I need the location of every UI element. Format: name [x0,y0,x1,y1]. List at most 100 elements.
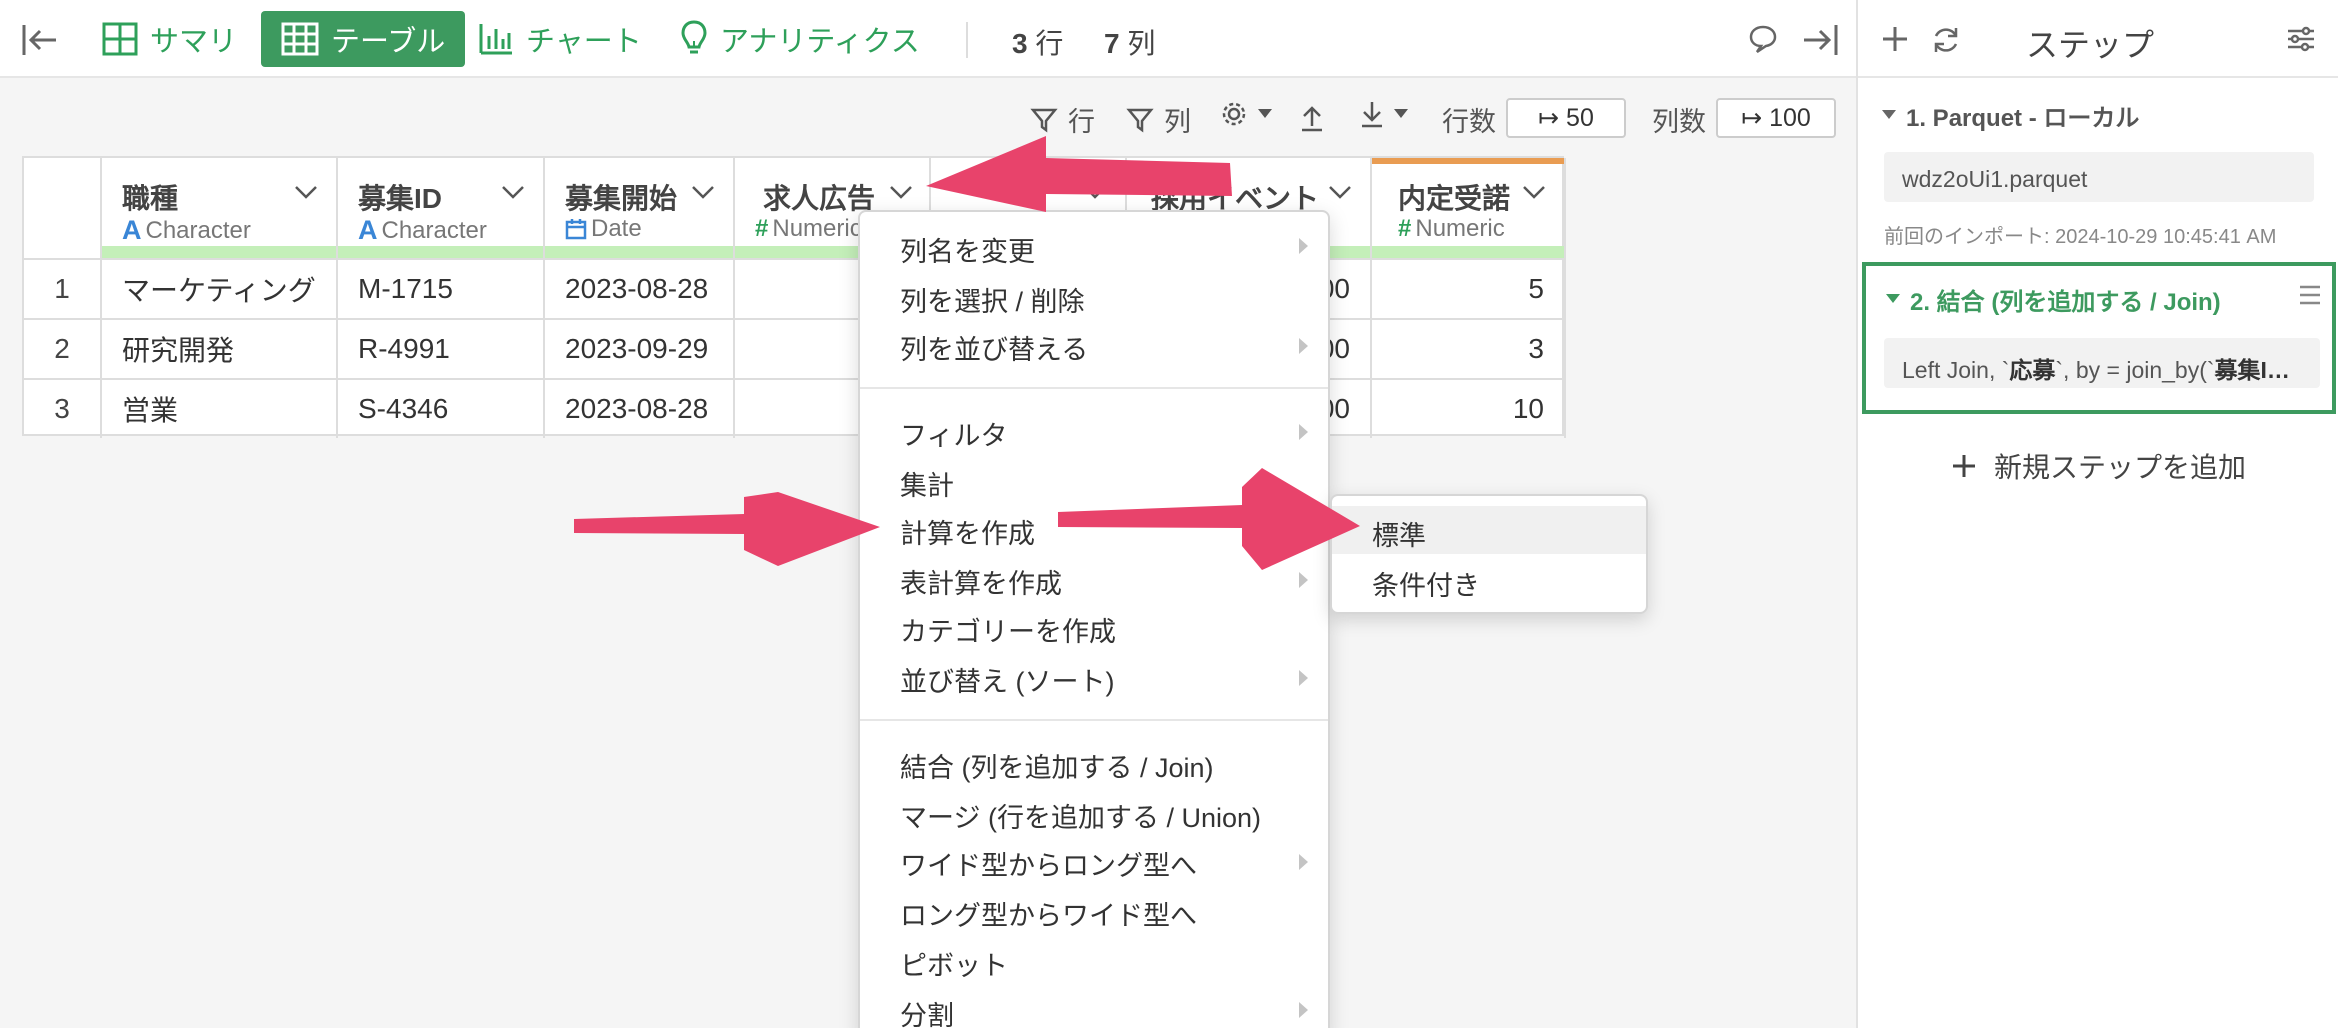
chevron-down-icon[interactable] [501,184,525,200]
menu-item-union[interactable]: マージ (行を追加する / Union) [900,796,1261,835]
row-filter-button[interactable]: 行 [1030,100,1095,139]
tab-table[interactable]: テーブル [261,11,466,67]
tab-analytics[interactable]: アナリティクス [680,11,920,67]
menu-item-create-calculation[interactable]: 計算を作成 [900,512,1035,551]
menu-item-long-to-wide[interactable]: ロング型からワイド型へ [900,894,1197,933]
menu-item-join[interactable]: 結合 (列を追加する / Join) [900,746,1214,785]
chevron-down-icon[interactable] [1328,184,1352,200]
rows-limit-input[interactable]: ↦ 50 [1506,98,1626,138]
row-count: 3 行 [1012,28,1064,59]
menu-item-rename[interactable]: 列名を変更 [900,230,1035,269]
caret-down-icon [1886,294,1900,303]
column-header[interactable]: 募集ID A Character [338,158,545,258]
column-offer-accepted: 内定受諾 # Numeric 5 3 10 [1372,158,1566,438]
sliders-icon[interactable] [2286,24,2316,54]
column-header[interactable]: 募集開始 Date [545,158,735,258]
settings-dropdown[interactable] [1220,100,1272,128]
menu-item-aggregate[interactable]: 集計 [900,464,954,503]
collapse-right-icon[interactable] [1800,22,1840,58]
menu-item-create-table-calculation[interactable]: 表計算を作成 [900,562,1062,601]
summary-grid-icon [102,22,138,56]
row-number: 2 [24,318,102,378]
table-cell[interactable]: マーケティング [102,258,338,318]
chevron-down-icon[interactable] [1522,184,1546,200]
quality-bar [338,246,543,258]
refresh-icon[interactable] [1930,24,1962,56]
comment-icon[interactable] [1748,24,1778,54]
steps-header: ステップ [1858,0,2338,78]
column-header[interactable]: 内定受諾 # Numeric [1372,158,1566,258]
table-cell[interactable]: R-4991 [338,318,545,378]
table-cell[interactable]: S-4346 [338,378,545,438]
add-step-button[interactable]: 新規ステップを追加 [1952,446,2246,486]
filter-icon [1030,108,1058,132]
menu-item-split[interactable]: 分割 [900,994,954,1028]
column-filter-button[interactable]: 列 [1126,100,1191,139]
chevron-down-icon[interactable] [294,184,318,200]
data-table: 1 2 3 職種 A Character マーケティング 研究開発 営業 募集ID… [22,156,1566,438]
menu-item-select-delete[interactable]: 列を選択 / 削除 [900,280,1085,319]
bar-chart-icon [479,24,512,55]
plus-icon [1953,455,1975,477]
table-cell[interactable]: M-1715 [338,258,545,318]
top-toolbar: サマリ テーブル チャート アナリティクス 3 行 7 列 [0,0,1856,78]
table-cell[interactable]: 営業 [102,378,338,438]
row-number-column: 1 2 3 [24,158,102,438]
hamburger-icon[interactable] [2298,284,2322,306]
submenu-arrow-icon [1299,1002,1308,1018]
menu-item-sort[interactable]: 並び替え (ソート) [900,660,1114,699]
chevron-down-icon[interactable] [691,184,715,200]
table-cell[interactable]: 研究開発 [102,318,338,378]
upload-icon[interactable] [1300,104,1324,132]
column-type: A Character [358,215,487,245]
table-cell[interactable]: 2023-08-28 [545,258,735,318]
table-cell[interactable]: 2023-08-28 [545,378,735,438]
table-cell[interactable]: 2023-09-29 [545,318,735,378]
row-number: 3 [24,378,102,438]
menu-item-reorder[interactable]: 列を並び替える [900,328,1088,367]
column-type: A Character [122,215,251,245]
cols-limit-input[interactable]: ↦ 100 [1716,98,1836,138]
column-header[interactable]: 職種 A Character [102,158,338,258]
chevron-down-icon[interactable] [889,184,913,200]
column-name: 募集ID [358,183,443,214]
app-window: { "toolbar": { "tabs": [ {"label": "サマリ"… [0,0,2338,1028]
column-filter-label: 列 [1164,107,1191,137]
submenu-item-conditional[interactable]: 条件付き [1372,564,1480,603]
table-cell[interactable]: 3 [1372,318,1566,378]
tab-summary[interactable]: サマリ [102,11,237,67]
menu-item-wide-to-long[interactable]: ワイド型からロング型へ [900,844,1197,883]
menu-item-pivot[interactable]: ピボット [900,944,1008,983]
caret-down-icon [1882,110,1896,119]
row-filter-label: 行 [1068,107,1095,137]
table-cell[interactable]: 10 [1372,378,1566,438]
character-type-icon: A [122,215,142,245]
column-name: 求人広告 [763,183,876,214]
column-context-menu: 列名を変更 列を選択 / 削除 列を並び替える フィルタ 集計 計算を作成 表計… [858,210,1330,1028]
cols-limit-label: 列数 [1652,107,1706,137]
calendar-icon [565,219,587,240]
add-step-label: 新規ステップを追加 [1994,452,2247,483]
table-cell[interactable]: 5 [1372,258,1566,318]
step-1-file: wdz2oUi1.parquet [1884,152,2314,202]
step-2[interactable]: 2. 結合 (列を追加する / Join) Left Join, `応募`, b… [1862,262,2336,414]
chevron-down-icon[interactable] [1083,184,1107,200]
tab-table-label: テーブル [331,26,446,58]
caret-down-icon [1258,109,1272,118]
collapse-left-icon[interactable] [20,22,60,58]
calculation-submenu: 標準 条件付き [1330,494,1648,614]
step-1[interactable]: 1. Parquet - ローカル wdz2oUi1.parquet 前回のイン… [1858,78,2338,258]
download-dropdown[interactable] [1360,100,1408,128]
plus-icon[interactable] [1880,24,1910,54]
column-recruit-start: 募集開始 Date 2023-08-28 2023-09-29 2023-08-… [545,158,735,438]
menu-item-filter[interactable]: フィルタ [900,414,1007,453]
column-type: # Numeric [755,215,862,242]
menu-item-create-category[interactable]: カテゴリーを作成 [900,610,1116,649]
column-highlight-bar [1372,158,1564,164]
menu-divider [860,719,1328,721]
column-count: 7 列 [1104,28,1156,59]
tab-chart[interactable]: チャート [478,11,642,67]
lightbulb-icon [681,20,707,54]
filter-icon [1126,108,1154,132]
steps-panel: ステップ 1. Parquet - ローカル wdz2oUi1.parquet … [1856,0,2338,1028]
